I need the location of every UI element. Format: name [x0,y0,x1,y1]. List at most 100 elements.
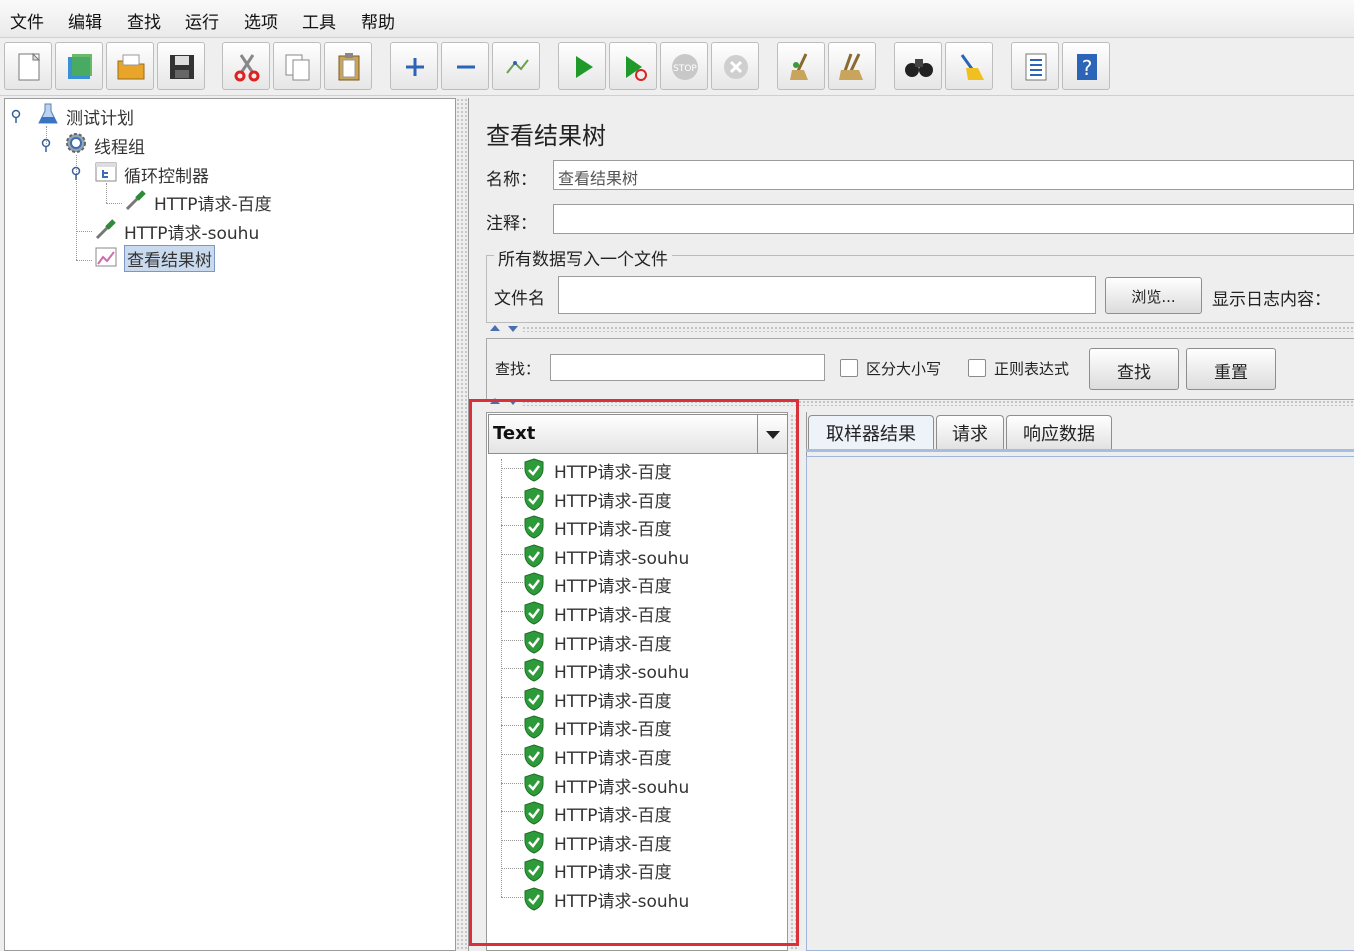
find-button[interactable]: 查找 [1089,348,1179,390]
expand-button[interactable] [390,42,438,90]
list-item[interactable]: HTTP请求-百度 [487,827,785,855]
name-field[interactable]: 查看结果树 [553,160,1354,190]
collapse-icon [457,65,475,69]
new-button[interactable] [4,42,52,90]
menu-tools[interactable]: 工具 [302,8,336,33]
list-item[interactable]: HTTP请求-souhu [487,655,785,683]
chevron-down-icon[interactable] [757,415,787,453]
list-item-label: HTTP请求-百度 [554,606,672,626]
tab-sampler-result[interactable]: 取样器结果 [808,415,934,449]
new-icon [18,52,41,81]
regex-label: 正则表达式 [994,360,1070,378]
list-item[interactable]: HTTP请求-百度 [487,627,785,655]
tab-response-data[interactable]: 响应数据 [1006,415,1112,449]
tree-label: 查看结果树 [124,245,215,272]
list-item-label: HTTP请求-百度 [554,634,672,655]
controller-icon [95,162,117,182]
results-list-pane: HTTP请求-百度 HTTP请求-百度 HTTP请求-百度 HTTP请求-souhu H… [486,412,788,951]
list-item-label: HTTP请求-百度 [554,491,672,512]
reset-search-button[interactable] [945,42,993,90]
file-group-title: 所有数据写入一个文件 [494,245,672,270]
comment-field[interactable] [553,204,1354,234]
menu-search[interactable]: 查找 [127,8,161,33]
success-shield-icon [524,544,544,568]
stop-button[interactable]: STOP [660,42,708,90]
list-item-label: HTTP请求-souhu [554,663,690,684]
copy-button[interactable] [273,42,321,90]
save-button[interactable] [157,42,205,90]
stop-icon: STOP [672,54,698,80]
expand-knob-icon[interactable] [70,166,82,180]
success-shield-icon [524,887,544,911]
vertical-divider-grip[interactable] [790,414,798,951]
list-item[interactable]: HTTP请求-百度 [487,798,785,826]
menu-help[interactable]: 帮助 [361,8,395,33]
shutdown-button[interactable] [711,42,759,90]
list-item-label: HTTP请求-百度 [554,863,672,884]
success-shield-icon [524,487,544,511]
reset-search-icon [960,54,984,80]
divider-grip[interactable] [522,400,1354,406]
regex-checkbox[interactable] [968,359,986,377]
tree-line [106,183,107,203]
collapse-button[interactable] [441,42,489,90]
list-item[interactable]: HTTP请求-百度 [487,855,785,883]
list-item[interactable]: HTTP请求-百度 [487,598,785,626]
reset-button[interactable]: 重置 [1186,348,1276,390]
list-item-label: HTTP请求-souhu [554,777,690,798]
success-shield-icon [524,715,544,739]
tab-content [806,456,1354,951]
tree-line [501,725,523,727]
tree-label: HTTP请求-souhu [124,224,260,244]
function-helper-button[interactable] [1011,42,1059,90]
list-item-label: HTTP请求-百度 [554,806,672,827]
split-pane-divider[interactable] [456,98,468,951]
list-item[interactable]: HTTP请求-百度 [487,712,785,740]
templates-button[interactable] [55,42,103,90]
menu-options[interactable]: 选项 [244,8,278,33]
collapse-down-icon[interactable] [508,326,518,332]
open-button[interactable] [106,42,154,90]
list-item[interactable]: HTTP请求-百度 [487,569,785,597]
list-item-label: HTTP请求-百度 [554,834,672,855]
menu-file[interactable]: 文件 [10,8,44,33]
collapse-down-icon[interactable] [508,399,518,405]
list-item[interactable]: HTTP请求-百度 [487,484,785,512]
collapse-up-icon[interactable] [490,325,500,331]
cut-button[interactable] [222,42,270,90]
filename-field[interactable] [558,276,1096,314]
help-button[interactable]: ? [1062,42,1110,90]
paste-button[interactable] [324,42,372,90]
clear-button[interactable] [777,42,825,90]
search-button[interactable] [894,42,942,90]
toggle-button[interactable] [492,42,540,90]
clear-all-button[interactable] [828,42,876,90]
list-item[interactable]: HTTP请求-souhu [487,770,785,798]
divider-grip[interactable] [522,326,1354,332]
panel-title: 查看结果树 [486,122,606,150]
start-button[interactable] [558,42,606,90]
list-item[interactable]: HTTP请求-百度 [487,684,785,712]
list-item[interactable]: HTTP请求-百度 [487,512,785,540]
browse-button[interactable]: 浏览... [1105,277,1202,314]
filename-label: 文件名 [494,289,545,309]
expand-knob-icon[interactable] [40,138,52,152]
menu-edit[interactable]: 编辑 [68,8,102,33]
tree-line [501,754,523,755]
collapse-up-icon[interactable] [490,398,500,404]
tree-line [106,203,122,204]
start-no-pause-button[interactable] [609,42,657,90]
expand-knob-icon[interactable] [10,109,22,123]
search-input[interactable] [550,354,825,381]
tree-label: 线程组 [94,138,145,158]
list-item[interactable]: HTTP请求-souhu [487,541,785,569]
list-item[interactable]: HTTP请求-百度 [487,455,785,483]
tree-label: 测试计划 [66,109,134,129]
list-item[interactable]: HTTP请求-souhu [487,884,785,912]
case-sensitive-checkbox[interactable] [840,359,858,377]
tab-request[interactable]: 请求 [936,415,1004,449]
menu-run[interactable]: 运行 [185,8,219,33]
list-item[interactable]: HTTP请求-百度 [487,741,785,769]
renderer-select[interactable]: Text [488,414,788,454]
success-shield-icon [524,744,544,768]
